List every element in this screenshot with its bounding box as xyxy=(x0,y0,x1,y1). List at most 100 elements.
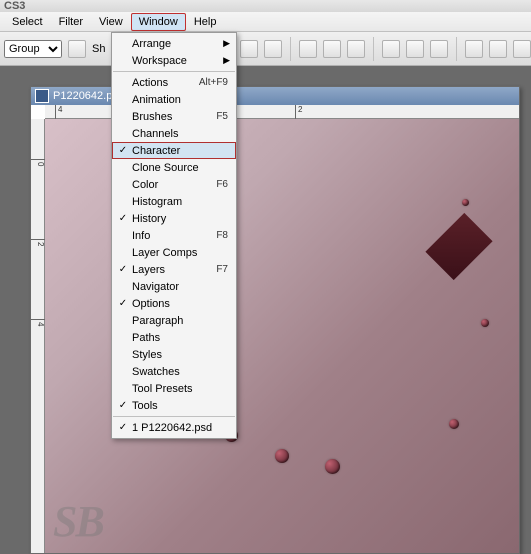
toolbar-button[interactable] xyxy=(68,40,86,58)
menu-item-color[interactable]: ColorF6 xyxy=(112,176,236,193)
distribute-button[interactable] xyxy=(513,40,531,58)
menu-shortcut: F5 xyxy=(216,111,228,122)
menu-item-channels[interactable]: Channels xyxy=(112,125,236,142)
menu-select[interactable]: Select xyxy=(4,13,51,31)
vertical-ruler: 0 2 4 xyxy=(31,119,45,553)
menu-label: Options xyxy=(130,298,228,310)
menu-item-paths[interactable]: Paths xyxy=(112,329,236,346)
separator-icon xyxy=(373,37,374,61)
menu-item-layers[interactable]: ✓LayersF7 xyxy=(112,261,236,278)
menu-help[interactable]: Help xyxy=(186,13,225,31)
menu-window[interactable]: Window xyxy=(131,13,186,31)
options-toolbar: Group Sh xyxy=(0,32,531,66)
menu-label: Actions xyxy=(130,77,199,89)
check-icon: ✓ xyxy=(116,422,130,433)
align-button[interactable] xyxy=(299,40,317,58)
ruler-tick: 0 xyxy=(31,159,45,166)
check-icon: ✓ xyxy=(116,400,130,411)
menu-label: Arrange xyxy=(130,38,228,50)
workspace-area: P1220642.psd 4 2 0 2 0 2 4 xyxy=(0,66,531,554)
window-titlebar: CS3 xyxy=(0,0,531,12)
menu-label: Workspace xyxy=(130,55,228,67)
photoshop-doc-icon xyxy=(35,89,49,103)
menu-filter[interactable]: Filter xyxy=(51,13,91,31)
menu-item-layer-comps[interactable]: Layer Comps xyxy=(112,244,236,261)
align-button[interactable] xyxy=(264,40,282,58)
menu-item-options[interactable]: ✓Options xyxy=(112,295,236,312)
menu-item-navigator[interactable]: Navigator xyxy=(112,278,236,295)
menu-item-clone-source[interactable]: Clone Source xyxy=(112,159,236,176)
photo-content xyxy=(325,459,340,474)
document-titlebar[interactable]: P1220642.psd xyxy=(31,87,519,105)
window-menu-dropdown: Arrange ▶ Workspace ▶ ActionsAlt+F9 Anima… xyxy=(111,32,237,439)
menu-item-arrange[interactable]: Arrange ▶ xyxy=(112,35,236,52)
menu-item-brushes[interactable]: BrushesF5 xyxy=(112,108,236,125)
photo-content xyxy=(449,419,459,429)
menu-label: Color xyxy=(130,179,216,191)
distribute-button[interactable] xyxy=(406,40,424,58)
menu-label: Tool Presets xyxy=(130,383,228,395)
align-button[interactable] xyxy=(240,40,258,58)
photo-content xyxy=(481,319,489,327)
menu-label: Swatches xyxy=(130,366,228,378)
photo-content xyxy=(462,199,469,206)
menu-label: Brushes xyxy=(130,111,216,123)
menu-label: Clone Source xyxy=(130,162,228,174)
menu-item-workspace[interactable]: Workspace ▶ xyxy=(112,52,236,69)
menu-item-info[interactable]: InfoF8 xyxy=(112,227,236,244)
align-button[interactable] xyxy=(347,40,365,58)
distribute-button[interactable] xyxy=(430,40,448,58)
menu-label: Layer Comps xyxy=(130,247,228,259)
menu-label: 1 P1220642.psd xyxy=(130,422,228,434)
menu-view[interactable]: View xyxy=(91,13,131,31)
toolbar-label: Sh xyxy=(92,43,105,55)
ruler-tick: 2 xyxy=(31,239,45,246)
menu-item-swatches[interactable]: Swatches xyxy=(112,363,236,380)
menu-label: Styles xyxy=(130,349,228,361)
menu-item-styles[interactable]: Styles xyxy=(112,346,236,363)
menu-item-character[interactable]: ✓Character xyxy=(112,142,236,159)
document-window: P1220642.psd 4 2 0 2 0 2 4 xyxy=(30,86,520,554)
group-select[interactable]: Group xyxy=(4,40,62,58)
separator-icon xyxy=(290,37,291,61)
menu-label: Info xyxy=(130,230,216,242)
menu-item-open-doc[interactable]: ✓ 1 P1220642.psd xyxy=(112,419,236,436)
menu-item-histogram[interactable]: Histogram xyxy=(112,193,236,210)
check-icon: ✓ xyxy=(116,298,130,309)
menu-label: History xyxy=(130,213,228,225)
photo-content xyxy=(45,119,475,519)
menu-separator xyxy=(113,71,235,72)
menu-label: Channels xyxy=(130,128,228,140)
submenu-arrow-icon: ▶ xyxy=(223,55,230,66)
menu-label: Animation xyxy=(130,94,228,106)
separator-icon xyxy=(456,37,457,61)
menu-item-animation[interactable]: Animation xyxy=(112,91,236,108)
menu-label: Navigator xyxy=(130,281,228,293)
check-icon: ✓ xyxy=(116,264,130,275)
menu-label: Tools xyxy=(130,400,228,412)
distribute-button[interactable] xyxy=(489,40,507,58)
menu-label: Histogram xyxy=(130,196,228,208)
menu-item-history[interactable]: ✓History xyxy=(112,210,236,227)
photo-content xyxy=(275,449,289,463)
ruler-tick: 4 xyxy=(55,105,62,119)
menu-shortcut: F7 xyxy=(216,264,228,275)
distribute-button[interactable] xyxy=(382,40,400,58)
align-button[interactable] xyxy=(323,40,341,58)
menu-label: Character xyxy=(130,145,228,157)
menu-shortcut: F8 xyxy=(216,230,228,241)
ruler-tick: 4 xyxy=(31,319,45,326)
menu-item-tool-presets[interactable]: Tool Presets xyxy=(112,380,236,397)
menu-separator xyxy=(113,416,235,417)
menubar: Select Filter View Window Help xyxy=(0,12,531,32)
menu-item-actions[interactable]: ActionsAlt+F9 xyxy=(112,74,236,91)
menu-label: Paths xyxy=(130,332,228,344)
menu-label: Layers xyxy=(130,264,216,276)
check-icon: ✓ xyxy=(116,145,130,156)
menu-item-tools[interactable]: ✓Tools xyxy=(112,397,236,414)
menu-label: Paragraph xyxy=(130,315,228,327)
menu-item-paragraph[interactable]: Paragraph xyxy=(112,312,236,329)
menu-shortcut: Alt+F9 xyxy=(199,77,228,88)
menu-shortcut: F6 xyxy=(216,179,228,190)
distribute-button[interactable] xyxy=(465,40,483,58)
